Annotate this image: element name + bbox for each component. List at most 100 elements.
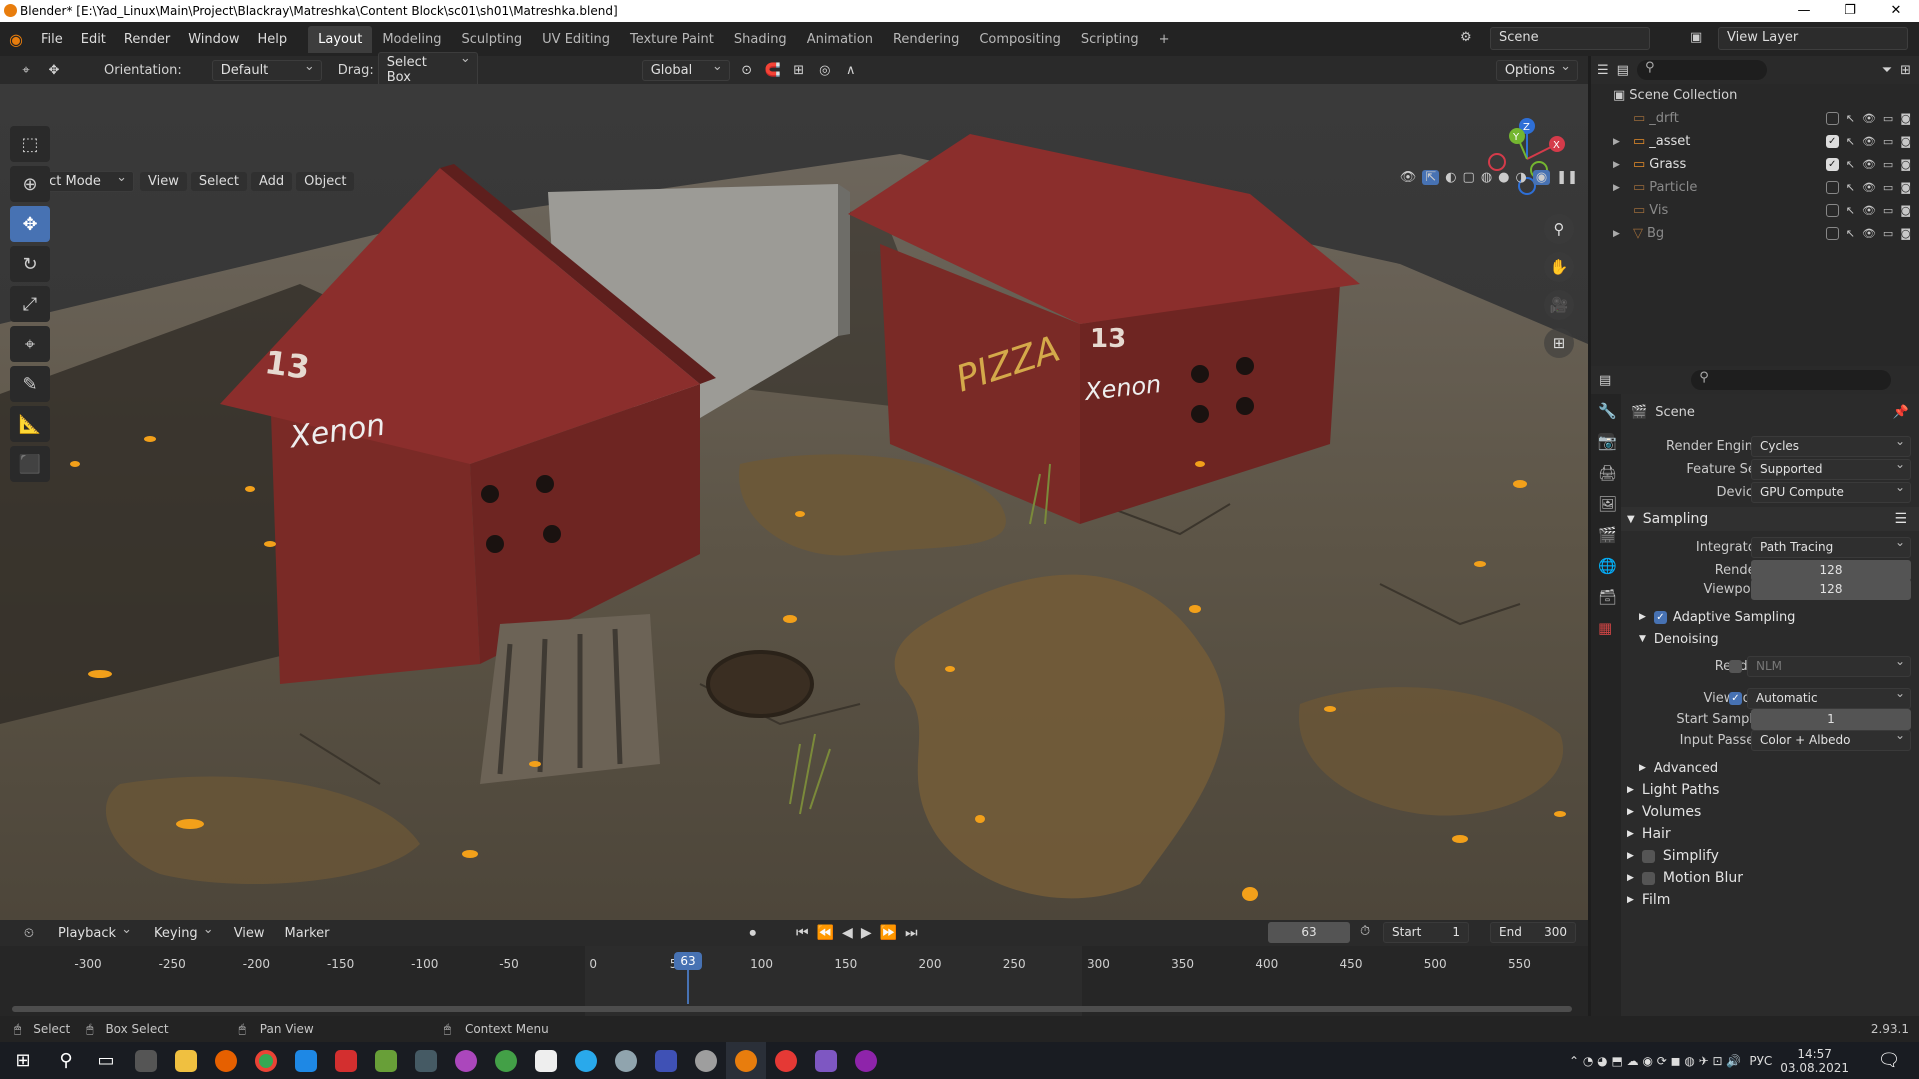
- visibility-icon[interactable]: 👁: [1400, 170, 1417, 185]
- transform-pivot-icon[interactable]: ✥: [40, 63, 68, 78]
- selectable-icon[interactable]: ↖: [1846, 158, 1855, 171]
- app-icon[interactable]: [486, 1042, 526, 1079]
- world-tab-icon[interactable]: 🌐: [1598, 557, 1617, 575]
- scene-collection-row[interactable]: ▣ Scene Collection: [1591, 84, 1919, 107]
- selectable-icon[interactable]: ↖: [1846, 112, 1855, 125]
- maximize-button[interactable]: ❐: [1827, 0, 1873, 22]
- viewport-menu-view[interactable]: View: [140, 171, 187, 191]
- device-dropdown[interactable]: GPU Compute: [1751, 480, 1911, 503]
- tab-uv-editing[interactable]: UV Editing: [532, 26, 620, 53]
- expand-right-icon[interactable]: ▶: [1613, 183, 1627, 193]
- shading-wireframe-icon[interactable]: ◍: [1481, 170, 1492, 185]
- tab-scripting[interactable]: Scripting: [1071, 26, 1149, 53]
- integrator-dropdown[interactable]: Path Tracing: [1751, 535, 1911, 558]
- denoise-render-dropdown[interactable]: NLM: [1747, 654, 1911, 677]
- denoise-viewport-checkbox[interactable]: ✓: [1729, 691, 1742, 705]
- outliner-item[interactable]: ▶ ▭ Particle ↖ 👁 ▭ ◙: [1591, 176, 1919, 199]
- tab-compositing[interactable]: Compositing: [969, 26, 1071, 53]
- tool-tab-icon[interactable]: 🔧: [1598, 402, 1617, 420]
- camera-icon[interactable]: ◙: [1900, 135, 1911, 148]
- add-cube-tool-icon[interactable]: ⬛: [10, 446, 50, 482]
- denoise-render-checkbox[interactable]: [1729, 659, 1742, 673]
- exclude-checkbox[interactable]: [1825, 181, 1839, 194]
- task-view-icon[interactable]: ▭: [86, 1042, 126, 1079]
- start-sample-field[interactable]: 1: [1751, 708, 1911, 730]
- eye-icon[interactable]: 👁: [1862, 158, 1876, 171]
- app-icon[interactable]: [806, 1042, 846, 1079]
- camera-icon[interactable]: ◙: [1900, 181, 1911, 194]
- display-mode-icon[interactable]: ▤: [1617, 63, 1629, 78]
- windows-start-icon[interactable]: ⊞: [0, 1042, 46, 1079]
- drag-dropdown[interactable]: Select Box: [377, 51, 478, 88]
- camera-icon[interactable]: ◙: [1900, 158, 1911, 171]
- cursor-tool-icon[interactable]: ⊕: [10, 166, 50, 202]
- viewport-samples-field[interactable]: 128: [1751, 578, 1911, 600]
- minimize-button[interactable]: —: [1781, 0, 1827, 22]
- eye-icon[interactable]: 👁: [1862, 135, 1876, 148]
- collection-tab-icon[interactable]: 🗃: [1598, 588, 1617, 606]
- view-layer-selector[interactable]: View Layer: [1718, 27, 1908, 50]
- panel-header[interactable]: ▶ Hair: [1621, 822, 1919, 846]
- eye-icon[interactable]: 👁: [1862, 227, 1876, 240]
- file-explorer-icon[interactable]: [166, 1042, 206, 1079]
- telegram-icon[interactable]: [566, 1042, 606, 1079]
- menu-edit[interactable]: Edit: [72, 32, 115, 47]
- tab-shading[interactable]: Shading: [724, 26, 797, 53]
- tab-sculpting[interactable]: Sculpting: [451, 26, 532, 53]
- view-layer-tab-icon[interactable]: 🖼: [1598, 495, 1617, 513]
- shading-material-icon[interactable]: ◑: [1516, 170, 1527, 185]
- panel-checkbox[interactable]: [1641, 849, 1655, 863]
- panel-checkbox[interactable]: [1641, 871, 1655, 885]
- pin-icon[interactable]: 📌: [1893, 405, 1909, 420]
- app-icon[interactable]: [766, 1042, 806, 1079]
- scene-tab-icon[interactable]: 🎬: [1598, 526, 1617, 544]
- advanced-header[interactable]: ▶ Advanced: [1621, 756, 1919, 780]
- properties-editor-icon[interactable]: ▤: [1599, 373, 1611, 388]
- transform-orientation-dropdown[interactable]: Global: [641, 59, 730, 81]
- selectable-icon[interactable]: ↖: [1846, 227, 1855, 240]
- viewport-menu-object[interactable]: Object: [296, 171, 355, 191]
- outliner-item[interactable]: ▶ ▭ Grass ✓ ↖ 👁 ▭ ◙: [1591, 153, 1919, 176]
- playhead-frame[interactable]: 63: [674, 952, 702, 970]
- new-collection-icon[interactable]: ⊞: [1900, 63, 1911, 78]
- snap-icon[interactable]: 🧲: [760, 63, 786, 78]
- pan-hand-icon[interactable]: ✋: [1544, 252, 1574, 282]
- camera-icon[interactable]: ◙: [1900, 204, 1911, 217]
- output-tab-icon[interactable]: 🖨: [1598, 464, 1617, 482]
- selectable-icon[interactable]: ↖: [1846, 135, 1855, 148]
- orientation-dropdown[interactable]: Default: [211, 59, 322, 81]
- annotate-tool-icon[interactable]: ✎: [10, 366, 50, 402]
- ortho-grid-icon[interactable]: ⊞: [1544, 328, 1574, 358]
- monitor-icon[interactable]: ▭: [1883, 112, 1893, 125]
- menu-window[interactable]: Window: [179, 32, 248, 47]
- app-icon[interactable]: [846, 1042, 886, 1079]
- editor-type-icon[interactable]: ⌖: [12, 63, 40, 78]
- pause-render-icon[interactable]: ❚❚: [1556, 170, 1578, 185]
- adaptive-sampling-checkbox[interactable]: ✓: [1653, 610, 1667, 624]
- notifications-icon[interactable]: 🗨: [1869, 1042, 1909, 1079]
- menu-file[interactable]: File: [32, 32, 72, 47]
- app-icon[interactable]: [326, 1042, 366, 1079]
- monitor-icon[interactable]: ▭: [1883, 158, 1893, 171]
- exclude-checkbox[interactable]: [1825, 204, 1839, 217]
- selectable-icon[interactable]: ↖: [1846, 181, 1855, 194]
- falloff-icon[interactable]: ∧: [838, 63, 864, 78]
- exclude-checkbox[interactable]: [1825, 227, 1839, 240]
- scale-tool-icon[interactable]: ⤢: [10, 286, 50, 322]
- eye-icon[interactable]: 👁: [1862, 181, 1876, 194]
- selectable-icon[interactable]: ↖: [1846, 204, 1855, 217]
- tab-layout[interactable]: Layout: [308, 25, 373, 53]
- denoise-viewport-dropdown[interactable]: Automatic: [1747, 686, 1911, 709]
- denoising-header[interactable]: ▼ Denoising: [1621, 627, 1919, 651]
- blender-taskbar-icon[interactable]: [726, 1042, 766, 1079]
- expand-right-icon[interactable]: ▶: [1613, 137, 1627, 147]
- exclude-checkbox[interactable]: ✓: [1825, 135, 1839, 148]
- select-box-tool-icon[interactable]: ⬚: [10, 126, 50, 162]
- app-icon[interactable]: [686, 1042, 726, 1079]
- pivot-point-icon[interactable]: ⊙: [734, 63, 760, 78]
- filter-icon[interactable]: ⏷: [1882, 63, 1892, 78]
- outliner-editor-icon[interactable]: ☰: [1597, 63, 1609, 78]
- tray-language[interactable]: РУС: [1749, 1054, 1772, 1068]
- app-icon[interactable]: [286, 1042, 326, 1079]
- app-icon[interactable]: [366, 1042, 406, 1079]
